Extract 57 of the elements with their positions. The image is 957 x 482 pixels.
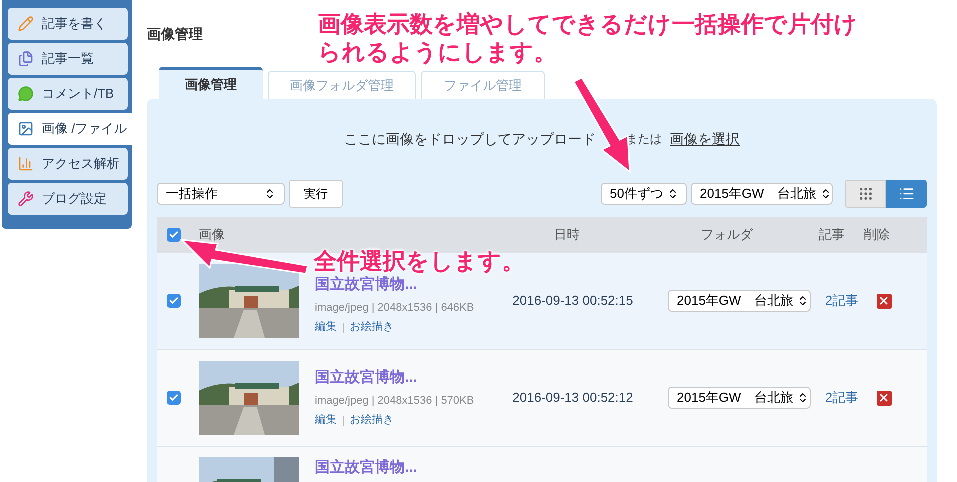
x-icon xyxy=(878,392,890,404)
checkmark-icon xyxy=(169,230,179,240)
grid-icon xyxy=(858,186,874,202)
image-meta: image/jpeg | 2048x1536 | 570KB xyxy=(315,394,474,409)
wrench-icon xyxy=(18,191,34,207)
list-view-button[interactable] xyxy=(886,180,927,208)
action-link[interactable]: 編集 xyxy=(315,412,337,429)
checkbox[interactable] xyxy=(167,228,181,242)
sidebar-item[interactable]: ブログ設定 xyxy=(8,183,128,215)
or-label: または xyxy=(626,131,662,148)
image-title-link[interactable]: 国立故宮博物... xyxy=(315,367,418,390)
folder-select[interactable]: 2015年GW 台北旅 xyxy=(668,290,811,312)
sidebar-item[interactable]: アクセス解析 xyxy=(8,148,128,180)
action-link[interactable]: 編集 xyxy=(315,319,337,336)
delete-button[interactable] xyxy=(876,294,892,308)
articles-link[interactable]: 2記事 xyxy=(822,291,862,311)
bulk-action-select[interactable]: 一括操作 xyxy=(157,183,285,205)
folder-filter-select[interactable]: 2015年GW 台北旅 xyxy=(691,183,833,205)
x-icon xyxy=(878,295,890,307)
list-icon xyxy=(898,186,914,202)
image-meta: image/jpeg | 2048x1536 | 646KB xyxy=(315,300,474,316)
pencil-icon xyxy=(18,16,34,32)
drop-hint: ここに画像をドロップしてアップロード xyxy=(344,130,596,148)
document-icon xyxy=(18,51,34,67)
select-image-link[interactable]: 画像を選択 xyxy=(670,128,740,150)
sidebar-item[interactable]: 記事を書く xyxy=(8,8,128,40)
delete-button[interactable] xyxy=(876,390,892,406)
checkbox[interactable] xyxy=(167,294,181,308)
updown-arrows-icon xyxy=(264,188,276,200)
per-page-select[interactable]: 50件ずつ xyxy=(601,183,687,205)
column-header: 画像 xyxy=(199,226,226,244)
grid-view-button[interactable] xyxy=(845,180,886,208)
column-header: 記事 xyxy=(818,226,846,244)
column-header: 日時 xyxy=(553,226,581,244)
column-header: フォルダ xyxy=(700,226,754,244)
checkmark-icon xyxy=(169,296,179,306)
image-title-link[interactable]: 国立故宮博物... xyxy=(315,457,418,480)
articles-link[interactable]: 2記事 xyxy=(822,388,862,408)
annotation-text: 画像表示数を増やしてできるだけ一括操作で片付けられるようにします。 xyxy=(318,10,859,66)
checkbox[interactable] xyxy=(167,391,181,405)
speech-bubble-icon xyxy=(18,86,34,102)
sidebar-item[interactable]: 記事一覧 xyxy=(8,43,128,75)
date-cell-text: 2016-09-13 00:52:15 xyxy=(512,292,634,310)
action-link[interactable]: お絵描き xyxy=(350,412,394,429)
sidebar-item[interactable]: コメント/TB xyxy=(8,78,128,110)
column-header: 削除 xyxy=(863,226,891,244)
page-title: 画像管理 xyxy=(147,25,203,44)
action-link[interactable]: お絵描き xyxy=(350,319,394,336)
picture-frame-icon xyxy=(18,121,34,137)
tab[interactable]: 画像管理 xyxy=(159,67,263,99)
bar-chart-icon xyxy=(18,156,34,172)
image-title-link[interactable]: 国立故宮博物... xyxy=(315,274,418,297)
run-button[interactable]: 実行 xyxy=(289,180,343,208)
date-cell-text: 2016-09-13 00:52:12 xyxy=(512,389,634,408)
checkmark-icon xyxy=(169,393,179,403)
annotation-text: 全件選択をします。 xyxy=(314,248,525,274)
folder-select[interactable]: 2015年GW 台北旅 xyxy=(668,387,811,409)
